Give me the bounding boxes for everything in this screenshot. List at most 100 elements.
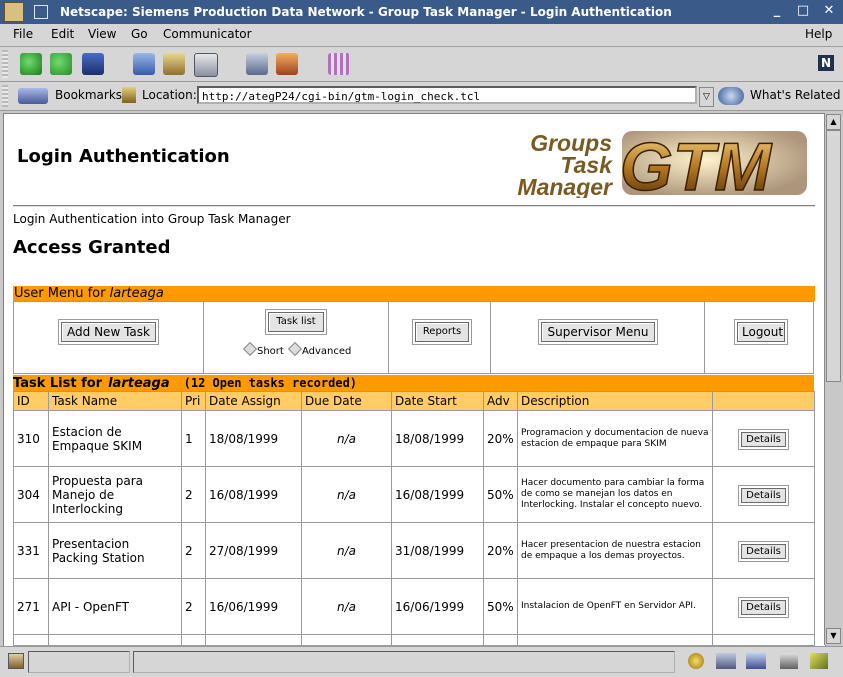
task-name: Propuesta para Manejo de Interlocking bbox=[48, 466, 182, 523]
back-icon[interactable] bbox=[20, 53, 42, 75]
details-button[interactable]: Details bbox=[741, 431, 786, 447]
task-description: Hacer presentacion de nuestra estacion d… bbox=[517, 522, 713, 579]
netscape-logo-icon[interactable]: N bbox=[818, 55, 834, 71]
add-new-task-button[interactable]: Add New Task bbox=[61, 322, 156, 342]
menu-view[interactable]: View bbox=[88, 27, 116, 41]
task-description: Hacer documento para cambiar la forma de… bbox=[517, 466, 713, 523]
user-menu-table: Add New Task Task list Short Advanced Re… bbox=[13, 301, 814, 374]
task-date-assign: 16/08/1999 bbox=[205, 466, 302, 523]
task-actions: Details bbox=[712, 522, 815, 579]
bookmarks-button[interactable]: Bookmarks bbox=[55, 88, 122, 102]
task-actions: Details bbox=[712, 578, 815, 635]
task-description: Instalacion de OpenFT en Servidor API. bbox=[517, 578, 713, 635]
maximize-button[interactable]: □ bbox=[795, 3, 811, 19]
location-label: Location: bbox=[142, 88, 197, 102]
supervisor-menu-button[interactable]: Supervisor Menu bbox=[541, 322, 655, 342]
partial-cell bbox=[13, 634, 49, 646]
user-menu-header: User Menu for larteaga bbox=[13, 286, 815, 301]
home-icon[interactable] bbox=[133, 53, 155, 75]
task-priority: 2 bbox=[181, 578, 206, 635]
logout-button[interactable]: Logout bbox=[737, 322, 785, 342]
stop-icon[interactable] bbox=[328, 53, 350, 75]
task-id: 331 bbox=[13, 522, 49, 579]
search-icon[interactable] bbox=[163, 53, 185, 75]
print-icon[interactable] bbox=[246, 53, 268, 75]
col-description: Description bbox=[517, 391, 713, 411]
menu-communicator[interactable]: Communicator bbox=[163, 27, 252, 41]
forward-icon[interactable] bbox=[50, 53, 72, 75]
details-button[interactable]: Details bbox=[741, 543, 786, 559]
task-list-button[interactable]: Task list bbox=[268, 312, 324, 332]
netscape-app-icon[interactable] bbox=[4, 2, 24, 22]
task-id: 304 bbox=[13, 466, 49, 523]
chevron-down-icon[interactable]: ▽ bbox=[699, 87, 714, 107]
url-input[interactable]: http://ategP24/cgi-bin/gtm-login_check.t… bbox=[197, 86, 697, 104]
security-status-icon[interactable] bbox=[8, 653, 24, 669]
whats-related-button[interactable]: What's Related bbox=[750, 88, 840, 102]
menu-help[interactable]: Help bbox=[805, 27, 832, 41]
navigator-icon[interactable] bbox=[688, 653, 704, 669]
pin-icon[interactable] bbox=[34, 5, 48, 19]
task-table: ID Task Name Pri Date Assign Due Date Da… bbox=[13, 391, 815, 646]
vertical-scrollbar[interactable]: ▲ ▼ bbox=[824, 113, 841, 645]
whats-related-icon[interactable] bbox=[718, 87, 744, 105]
task-id: 271 bbox=[13, 578, 49, 635]
scroll-up-icon[interactable]: ▲ bbox=[826, 114, 841, 130]
security-lock-icon[interactable] bbox=[276, 53, 298, 75]
logo-mark: GTM bbox=[620, 129, 772, 198]
toolbar-grip[interactable] bbox=[2, 50, 8, 78]
col-advance: Adv bbox=[483, 391, 518, 411]
page-content: Login Authentication Groups Task Manager… bbox=[3, 113, 826, 647]
menu-edit[interactable]: Edit bbox=[51, 27, 74, 41]
task-actions: Details bbox=[712, 410, 815, 467]
menu-file[interactable]: File bbox=[13, 27, 33, 41]
location-icon[interactable] bbox=[122, 87, 136, 103]
task-advance: 20% bbox=[483, 522, 518, 579]
reload-icon[interactable] bbox=[82, 53, 104, 75]
col-date-start: Date Start bbox=[391, 391, 484, 411]
locbar-grip[interactable] bbox=[2, 85, 8, 107]
radio-short[interactable]: Short bbox=[242, 341, 284, 357]
minimize-button[interactable]: _ bbox=[769, 3, 785, 19]
window-title: Netscape: Siemens Production Data Networ… bbox=[60, 5, 672, 19]
task-table-header-row: ID Task Name Pri Date Assign Due Date Da… bbox=[13, 391, 815, 411]
user-menu-cell-supervisor: Supervisor Menu bbox=[490, 302, 705, 373]
task-name: Estacion de Empaque SKIM bbox=[48, 410, 182, 467]
composer-icon[interactable] bbox=[780, 653, 798, 669]
radio-short-label: Short bbox=[257, 346, 284, 357]
details-button[interactable]: Details bbox=[741, 487, 786, 503]
partial-cell bbox=[48, 634, 182, 646]
task-date-assign: 16/06/1999 bbox=[205, 578, 302, 635]
bookmarks-icon[interactable] bbox=[18, 88, 48, 104]
col-task-name: Task Name bbox=[48, 391, 182, 411]
task-priority: 2 bbox=[181, 522, 206, 579]
col-actions bbox=[712, 391, 815, 411]
user-menu-cell-logout: Logout bbox=[704, 302, 813, 373]
task-advance: 50% bbox=[483, 578, 518, 635]
partial-cell bbox=[483, 634, 518, 646]
task-date-start: 16/06/1999 bbox=[391, 578, 484, 635]
menu-go[interactable]: Go bbox=[131, 27, 148, 41]
navigation-toolbar: N bbox=[0, 47, 843, 82]
task-list-label: Task List for bbox=[13, 376, 103, 391]
col-id: ID bbox=[13, 391, 49, 411]
task-count: (12 Open tasks recorded) bbox=[183, 376, 358, 390]
table-row: 310 Estacion de Empaque SKIM 1 18/08/199… bbox=[13, 410, 815, 467]
scroll-down-icon[interactable]: ▼ bbox=[826, 628, 841, 644]
user-menu-label: User Menu for bbox=[14, 286, 110, 301]
table-row: 271 API - OpenFT 2 16/06/1999 n/a 16/06/… bbox=[13, 578, 815, 635]
discussion-icon[interactable] bbox=[746, 653, 766, 669]
edit-page-icon[interactable] bbox=[810, 653, 828, 669]
table-row-partial bbox=[13, 634, 815, 646]
partial-cell bbox=[712, 634, 815, 646]
details-button[interactable]: Details bbox=[741, 599, 786, 615]
task-name: Presentacion Packing Station bbox=[48, 522, 182, 579]
radio-advanced[interactable]: Advanced bbox=[287, 341, 351, 357]
mail-icon[interactable] bbox=[716, 653, 736, 669]
window-titlebar: Netscape: Siemens Production Data Networ… bbox=[0, 0, 843, 24]
close-button[interactable]: ✕ bbox=[821, 3, 837, 19]
reports-button[interactable]: Reports bbox=[415, 322, 469, 342]
page-title: Login Authentication bbox=[17, 146, 230, 167]
my-netscape-icon[interactable] bbox=[194, 53, 218, 77]
scroll-thumb[interactable] bbox=[826, 130, 841, 382]
